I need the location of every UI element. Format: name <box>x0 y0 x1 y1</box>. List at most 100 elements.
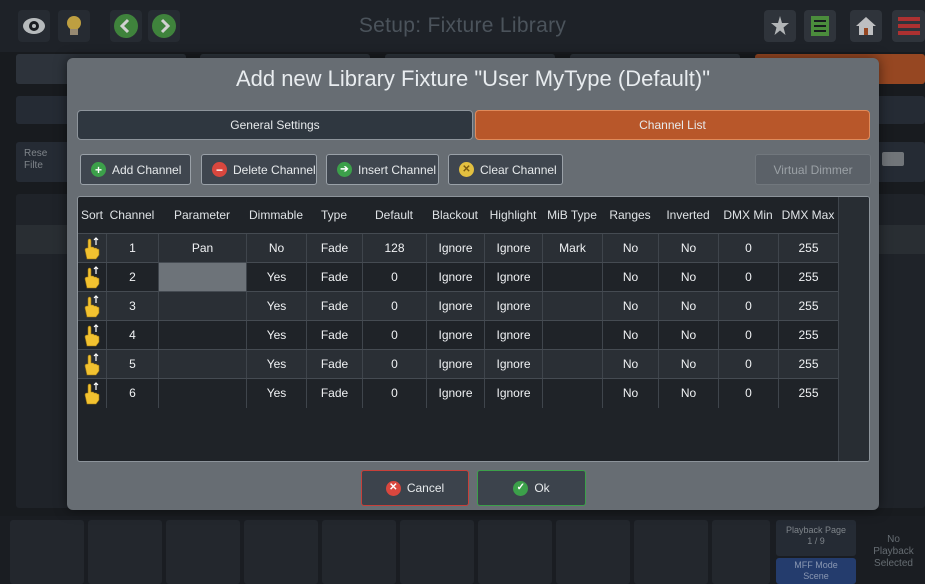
drag-hand-icon[interactable] <box>78 263 106 292</box>
cell-highlight[interactable]: Ignore <box>484 379 542 408</box>
cell-blackout[interactable]: Ignore <box>426 292 484 321</box>
cell-ranges[interactable]: No <box>602 292 658 321</box>
cell-default[interactable]: 0 <box>362 379 426 408</box>
ok-button[interactable]: ✓ Ok <box>477 470 586 506</box>
cell-type[interactable]: Fade <box>306 263 362 292</box>
drag-hand-icon[interactable] <box>78 379 106 408</box>
cell-default[interactable]: 0 <box>362 292 426 321</box>
cell-parameter[interactable] <box>158 263 246 292</box>
table-row[interactable]: 1 Pan No Fade 128 Ignore Ignore Mark No No 0 255 <box>78 233 838 263</box>
cell-dmx-max[interactable]: 255 <box>778 234 838 263</box>
cell-type[interactable]: Fade <box>306 350 362 379</box>
cell-default[interactable]: 0 <box>362 263 426 292</box>
cell-dimmable[interactable]: No <box>246 234 306 263</box>
cell-type[interactable]: Fade <box>306 321 362 350</box>
cell-dmx-min[interactable]: 0 <box>718 234 778 263</box>
cell-dmx-max[interactable]: 255 <box>778 321 838 350</box>
table-row[interactable]: 4 Yes Fade 0 Ignore Ignore No No 0 255 <box>78 320 838 350</box>
cell-dimmable[interactable]: Yes <box>246 292 306 321</box>
cancel-button[interactable]: ✕ Cancel <box>361 470 469 506</box>
cell-dmx-max[interactable]: 255 <box>778 263 838 292</box>
cell-highlight[interactable]: Ignore <box>484 234 542 263</box>
drag-hand-icon[interactable] <box>78 321 106 350</box>
cell-dmx-min[interactable]: 0 <box>718 292 778 321</box>
cell-blackout[interactable]: Ignore <box>426 263 484 292</box>
add-channel-button[interactable]: + Add Channel <box>80 154 191 185</box>
table-scrollbar[interactable] <box>838 197 869 461</box>
cell-ranges[interactable]: No <box>602 321 658 350</box>
cell-highlight[interactable]: Ignore <box>484 263 542 292</box>
cell-channel[interactable]: 1 <box>106 234 158 263</box>
cell-type[interactable]: Fade <box>306 379 362 408</box>
drag-hand-icon[interactable] <box>78 350 106 379</box>
cell-parameter[interactable]: Pan <box>158 234 246 263</box>
cell-dmx-min[interactable]: 0 <box>718 263 778 292</box>
delete-channel-button[interactable]: − Delete Channel <box>201 154 317 185</box>
cell-dimmable[interactable]: Yes <box>246 379 306 408</box>
cell-parameter[interactable] <box>158 379 246 408</box>
cell-inverted[interactable]: No <box>658 379 718 408</box>
cell-inverted[interactable]: No <box>658 350 718 379</box>
table-row[interactable]: 5 Yes Fade 0 Ignore Ignore No No 0 255 <box>78 349 838 379</box>
cell-mib-type[interactable] <box>542 263 602 292</box>
cell-blackout[interactable]: Ignore <box>426 379 484 408</box>
insert-channel-button[interactable]: ➔ Insert Channel <box>326 154 439 185</box>
clear-channel-label: Clear Channel <box>480 162 557 177</box>
cell-channel[interactable]: 4 <box>106 321 158 350</box>
cell-blackout[interactable]: Ignore <box>426 234 484 263</box>
column-header-type: Type <box>320 208 347 222</box>
cell-ranges[interactable]: No <box>602 234 658 263</box>
cell-dimmable[interactable]: Yes <box>246 321 306 350</box>
cell-dmx-max[interactable]: 255 <box>778 292 838 321</box>
cell-channel[interactable]: 3 <box>106 292 158 321</box>
cell-parameter[interactable] <box>158 292 246 321</box>
virtual-dimmer-button[interactable]: Virtual Dimmer <box>755 154 871 185</box>
clear-channel-button[interactable]: ✕ Clear Channel <box>448 154 563 185</box>
cell-mib-type[interactable]: Mark <box>542 234 602 263</box>
cell-ranges[interactable]: No <box>602 350 658 379</box>
cell-highlight[interactable]: Ignore <box>484 321 542 350</box>
cell-inverted[interactable]: No <box>658 321 718 350</box>
cell-dmx-max[interactable]: 255 <box>778 379 838 408</box>
cell-mib-type[interactable] <box>542 379 602 408</box>
cell-ranges[interactable]: No <box>602 379 658 408</box>
cell-dmx-max[interactable]: 255 <box>778 350 838 379</box>
tab-general-settings[interactable]: General Settings <box>77 110 473 140</box>
cell-type[interactable]: Fade <box>306 292 362 321</box>
cell-parameter[interactable] <box>158 321 246 350</box>
cell-default[interactable]: 0 <box>362 350 426 379</box>
tab-channel-list[interactable]: Channel List <box>475 110 870 140</box>
cell-dimmable[interactable]: Yes <box>246 263 306 292</box>
cell-channel[interactable]: 2 <box>106 263 158 292</box>
column-header-dmx-min: DMX Min <box>723 208 773 222</box>
drag-hand-icon[interactable] <box>78 292 106 321</box>
cell-dmx-min[interactable]: 0 <box>718 350 778 379</box>
cell-inverted[interactable]: No <box>658 263 718 292</box>
cell-inverted[interactable]: No <box>658 292 718 321</box>
cell-blackout[interactable]: Ignore <box>426 321 484 350</box>
cell-dmx-min[interactable]: 0 <box>718 379 778 408</box>
table-row[interactable]: 2 Yes Fade 0 Ignore Ignore No No 0 255 <box>78 262 838 292</box>
cell-mib-type[interactable] <box>542 292 602 321</box>
cell-parameter[interactable] <box>158 350 246 379</box>
cell-mib-type[interactable] <box>542 321 602 350</box>
table-row[interactable]: 3 Yes Fade 0 Ignore Ignore No No 0 255 <box>78 291 838 321</box>
cell-highlight[interactable]: Ignore <box>484 292 542 321</box>
column-header-dimmable: Dimmable <box>248 208 303 222</box>
cell-ranges[interactable]: No <box>602 263 658 292</box>
cell-blackout[interactable]: Ignore <box>426 350 484 379</box>
dialog-title: Add new Library Fixture "User MyType (De… <box>235 66 711 91</box>
cell-inverted[interactable]: No <box>658 234 718 263</box>
cell-dmx-min[interactable]: 0 <box>718 321 778 350</box>
cell-default[interactable]: 0 <box>362 321 426 350</box>
drag-hand-icon[interactable] <box>78 234 106 263</box>
cell-highlight[interactable]: Ignore <box>484 350 542 379</box>
cell-channel[interactable]: 5 <box>106 350 158 379</box>
cell-channel[interactable]: 6 <box>106 379 158 408</box>
table-row[interactable]: 6 Yes Fade 0 Ignore Ignore No No 0 255 <box>78 378 838 408</box>
cell-dimmable[interactable]: Yes <box>246 350 306 379</box>
cell-type[interactable]: Fade <box>306 234 362 263</box>
cancel-x-icon: ✕ <box>385 480 401 496</box>
cell-default[interactable]: 128 <box>362 234 426 263</box>
cell-mib-type[interactable] <box>542 350 602 379</box>
